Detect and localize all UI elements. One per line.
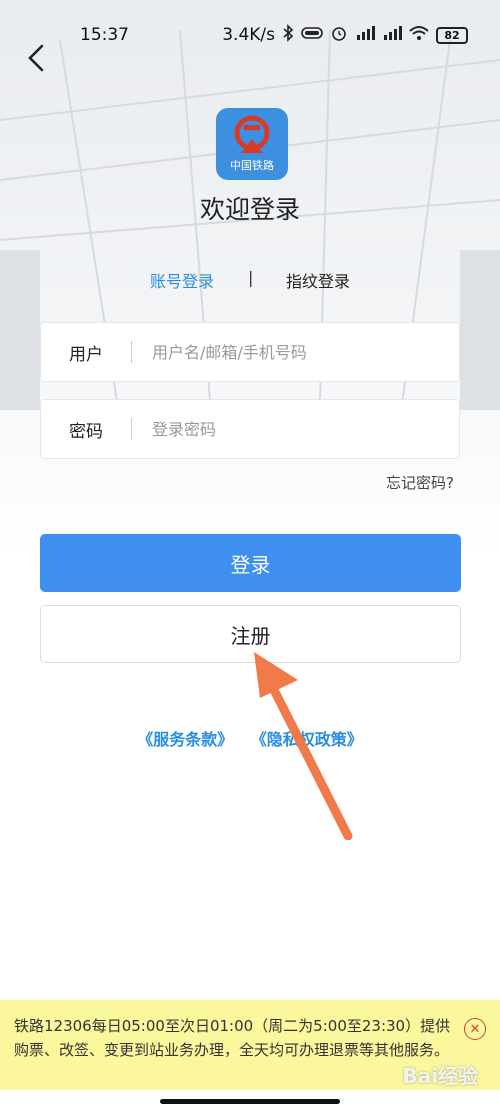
privacy-link[interactable]: 《隐私权政策》	[251, 730, 363, 749]
user-field: 用户	[40, 322, 460, 382]
chevron-left-icon	[28, 44, 44, 72]
field-divider	[131, 341, 132, 363]
app-logo: 中国铁路	[216, 108, 288, 180]
bluetooth-icon	[282, 23, 294, 47]
status-bar: 15:37 3.4K/s 82	[0, 0, 500, 70]
wifi-icon	[409, 25, 429, 46]
status-time: 15:37	[80, 25, 129, 45]
login-button[interactable]: 登录	[40, 534, 461, 592]
password-label: 密码	[69, 421, 103, 442]
policy-links: 《服务条款》 《隐私权政策》	[0, 726, 500, 750]
password-field: 密码	[40, 399, 460, 459]
login-tabs: 账号登录 | 指纹登录	[0, 268, 500, 296]
password-input[interactable]	[152, 419, 459, 439]
forgot-password-link[interactable]: 忘记密码?	[386, 472, 454, 493]
field-divider	[131, 418, 132, 440]
china-railway-logo-icon	[234, 115, 270, 153]
back-button[interactable]	[22, 42, 54, 74]
username-input[interactable]	[152, 342, 459, 362]
logo-caption: 中国铁路	[230, 159, 274, 172]
watermark: Bai经验	[402, 1064, 478, 1088]
page-title: 欢迎登录	[199, 195, 300, 224]
register-button[interactable]: 注册	[40, 605, 461, 663]
tab-account-login[interactable]: 账号登录	[150, 268, 214, 292]
signal-icon	[355, 25, 375, 46]
user-label: 用户	[69, 344, 103, 365]
net-speed: 3.4K/s	[222, 25, 275, 45]
hd-icon	[301, 25, 323, 45]
status-icons: 3.4K/s 82	[222, 23, 468, 47]
tab-separator: |	[248, 268, 254, 287]
signal-icon	[382, 25, 402, 46]
battery-icon: 82	[436, 26, 468, 44]
notice-close-button[interactable]: ✕	[464, 1018, 486, 1040]
close-icon: ✕	[469, 1021, 481, 1037]
terms-link[interactable]: 《服务条款》	[137, 730, 233, 749]
tab-fingerprint-login[interactable]: 指纹登录	[286, 268, 350, 292]
alarm-icon	[330, 24, 348, 47]
home-indicator	[160, 1099, 340, 1104]
